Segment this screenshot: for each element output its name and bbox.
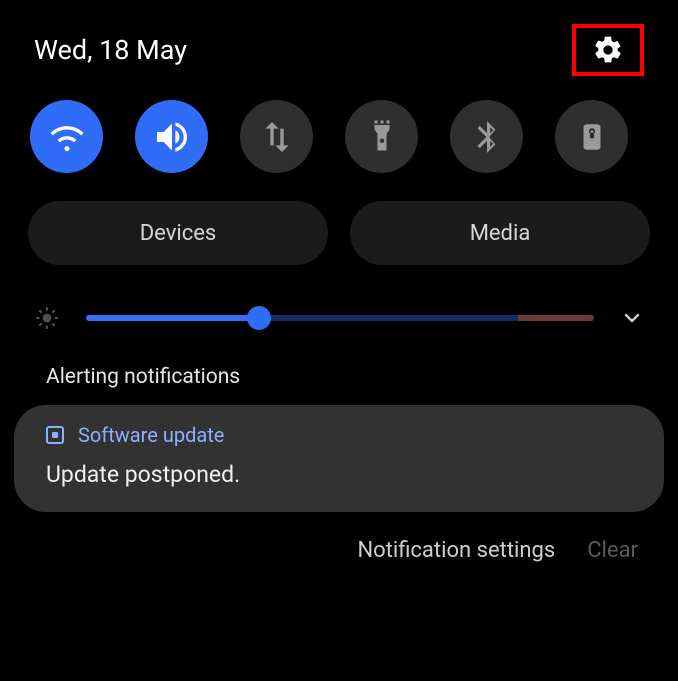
rotation-lock-icon	[575, 120, 609, 154]
mobile-data-toggle[interactable]	[240, 100, 313, 173]
wifi-icon	[47, 117, 87, 157]
notification-settings-button[interactable]: Notification settings	[357, 538, 555, 563]
devices-button[interactable]: Devices	[28, 201, 328, 265]
settings-highlight-box	[572, 24, 644, 76]
alerting-notifications-title: Alerting notifications	[0, 351, 678, 401]
brightness-slider[interactable]	[86, 306, 594, 330]
notification-body: Update postponed.	[46, 461, 632, 488]
sound-toggle[interactable]	[135, 100, 208, 173]
software-update-app-icon	[46, 426, 64, 444]
brightness-icon	[34, 305, 60, 331]
clear-button[interactable]: Clear	[587, 538, 638, 563]
settings-gear-icon[interactable]	[592, 34, 624, 66]
notification-app-name: Software update	[78, 423, 224, 447]
date-text: Wed, 18 May	[34, 34, 187, 66]
media-label: Media	[470, 221, 531, 246]
quick-toggles-row	[0, 88, 678, 189]
bluetooth-toggle[interactable]	[450, 100, 523, 173]
sound-icon	[152, 117, 192, 157]
swap-arrows-icon	[257, 117, 297, 157]
notification-card[interactable]: Software update Update postponed.	[14, 405, 664, 512]
brightness-thumb[interactable]	[247, 306, 271, 330]
flashlight-toggle[interactable]	[345, 100, 418, 173]
expand-brightness-button[interactable]	[620, 306, 644, 330]
media-button[interactable]: Media	[350, 201, 650, 265]
rotation-lock-toggle[interactable]	[555, 100, 628, 173]
flashlight-icon	[364, 119, 400, 155]
bluetooth-icon	[468, 118, 506, 156]
brightness-track	[86, 315, 594, 321]
wifi-toggle[interactable]	[30, 100, 103, 173]
devices-label: Devices	[140, 221, 217, 246]
